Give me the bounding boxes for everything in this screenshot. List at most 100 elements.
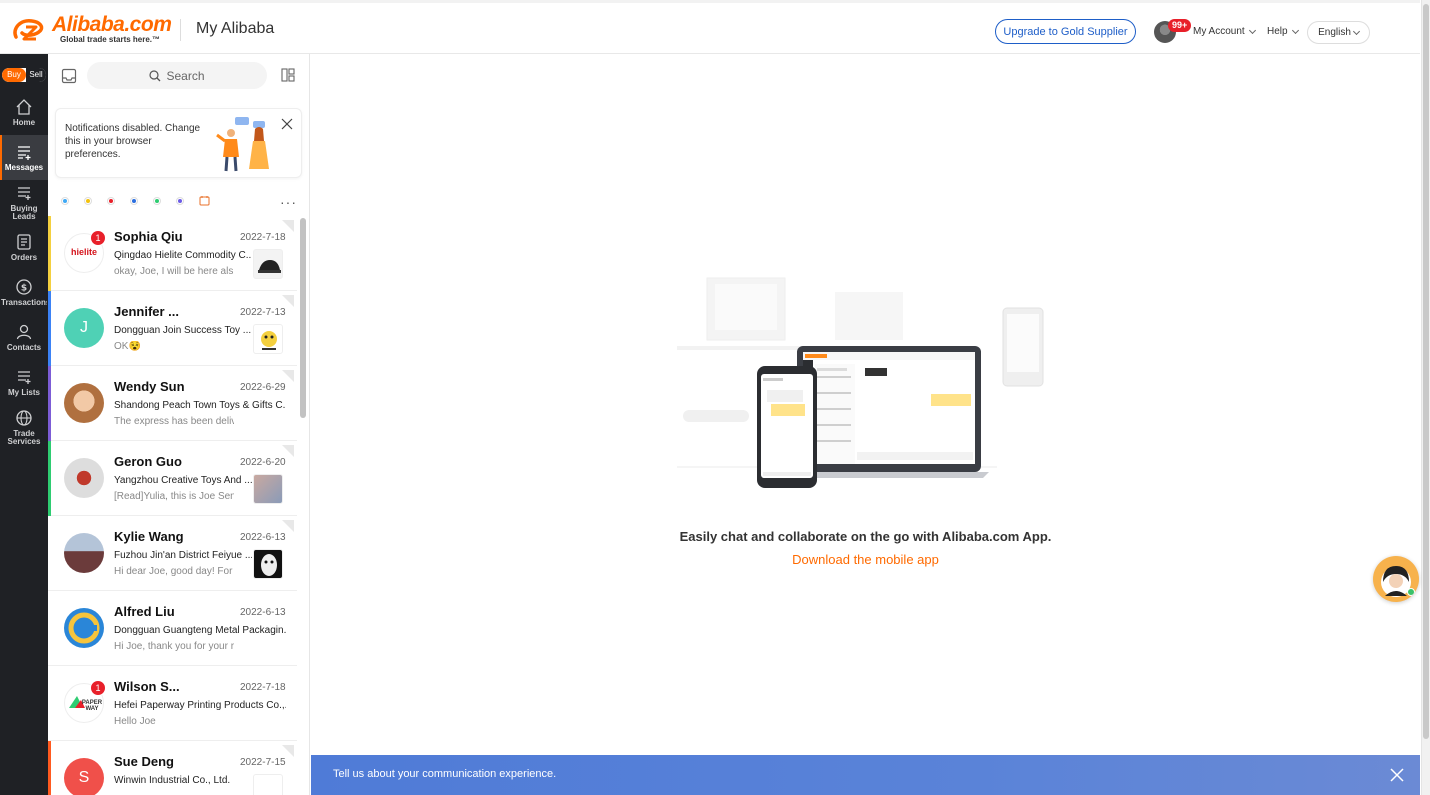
avatar-initial: S xyxy=(78,769,90,786)
help-menu[interactable]: Help xyxy=(1267,26,1299,37)
conversation-item[interactable]: J Jennifer ... 2022-7-13 Dongguan Join S… xyxy=(48,291,297,366)
chevron-down-icon xyxy=(1352,27,1360,35)
panel-toolbar: Search xyxy=(48,54,310,99)
rail-item-orders[interactable]: Orders xyxy=(0,225,48,270)
rail-item-buying-leads[interactable]: Buying Leads xyxy=(0,180,48,225)
inbox-icon[interactable] xyxy=(61,68,77,84)
tag-settings-icon[interactable] xyxy=(199,195,210,206)
upgrade-gold-supplier-button[interactable]: Upgrade to Gold Supplier xyxy=(995,19,1136,44)
language-selector[interactable]: English xyxy=(1307,21,1370,44)
rail-item-my-lists[interactable]: My Lists xyxy=(0,360,48,405)
rail-label: Orders xyxy=(10,253,38,262)
left-nav-rail: Buy Sell Home Messages Buying Leads Orde… xyxy=(0,54,48,795)
buying-leads-icon xyxy=(18,187,31,200)
conversation-item[interactable]: Wendy Sun 2022-6-29 Shandong Peach Town … xyxy=(48,366,297,441)
contact-name: Wendy Sun xyxy=(114,379,185,394)
header-divider xyxy=(180,19,181,41)
message-preview: OK😵 xyxy=(114,341,141,352)
tag-stripe xyxy=(48,216,51,291)
unread-corner-marker xyxy=(282,520,294,532)
rail-item-trade-services[interactable]: Trade Services xyxy=(0,405,48,450)
language-label: English xyxy=(1318,27,1351,38)
message-date: 2022-6-20 xyxy=(240,457,286,468)
conversation-item[interactable]: Kylie Wang 2022-6-13 Fuzhou Jin'an Distr… xyxy=(48,516,297,591)
unread-corner-marker xyxy=(282,370,294,382)
company-name: Qingdao Hielite Commodity C... xyxy=(114,250,252,261)
close-icon[interactable] xyxy=(1390,768,1404,782)
avatar xyxy=(64,533,104,573)
conversation-panel: Search Notifications disabled. Change th… xyxy=(48,54,310,795)
message-date: 2022-7-18 xyxy=(240,232,286,243)
message-preview: Hello Joe xyxy=(114,716,156,727)
avatar: J xyxy=(64,308,104,348)
my-account-label: My Account xyxy=(1193,26,1245,37)
sell-toggle[interactable]: Sell xyxy=(26,68,46,82)
tag-stripe xyxy=(48,366,51,441)
avatar xyxy=(64,608,104,648)
message-date: 2022-7-13 xyxy=(240,307,286,318)
home-icon xyxy=(16,99,32,115)
filter-tag-yellow[interactable] xyxy=(84,197,92,205)
message-preview: Hi dear Joe, good day! For xyxy=(114,566,233,577)
message-preview: [Read]Yulia, this is Joe Sena... xyxy=(114,491,234,502)
conversation-item[interactable]: hielite 1 Sophia Qiu 2022-7-18 Qingdao H… xyxy=(48,216,297,291)
color-tag-filter: ··· xyxy=(48,190,310,214)
tag-stripe xyxy=(48,291,51,366)
page-scrollbar-thumb[interactable] xyxy=(1423,4,1429,739)
page-scrollbar[interactable] xyxy=(1421,0,1430,795)
message-date: 2022-6-13 xyxy=(240,532,286,543)
company-name: Yangzhou Creative Toys And ... xyxy=(114,475,252,486)
company-name: Dongguan Guangteng Metal Packagin... xyxy=(114,625,286,636)
messages-icon xyxy=(18,146,31,160)
conversation-item[interactable]: PAPER WAY 1 Wilson S... 2022-7-18 Hefei P… xyxy=(48,666,297,741)
rail-item-transactions[interactable]: $ Transactions xyxy=(0,270,48,315)
conversation-list: hielite 1 Sophia Qiu 2022-7-18 Qingdao H… xyxy=(48,216,297,795)
conversation-item[interactable]: Alfred Liu 2022-6-13 Dongguan Guangteng … xyxy=(48,591,297,666)
unread-count-badge: 1 xyxy=(90,230,106,246)
buy-sell-toggle[interactable]: Buy Sell xyxy=(2,68,46,82)
rail-item-home[interactable]: Home xyxy=(0,90,48,135)
download-mobile-app-link[interactable]: Download the mobile app xyxy=(311,552,1420,567)
rail-item-messages[interactable]: Messages xyxy=(0,135,48,180)
filter-tag-purple[interactable] xyxy=(176,197,184,205)
conversation-list-scrollbar[interactable] xyxy=(300,216,307,795)
product-thumbnail xyxy=(253,549,283,579)
layout-toggle-icon[interactable] xyxy=(281,68,295,82)
my-account-menu[interactable]: My Account xyxy=(1193,26,1256,37)
filter-tag-green[interactable] xyxy=(153,197,161,205)
close-icon[interactable] xyxy=(281,118,293,130)
alibaba-logo[interactable]: Alibaba.com Global trade starts here.™ xyxy=(10,13,172,47)
search-placeholder: Search xyxy=(166,68,205,83)
assistant-avatar-button[interactable] xyxy=(1373,556,1419,602)
feedback-text: Tell us about your communication experie… xyxy=(333,768,557,780)
filter-tag-blue[interactable] xyxy=(130,197,138,205)
rail-label: Trade Services xyxy=(7,429,41,446)
message-preview: The express has been deliv... xyxy=(114,416,234,427)
orders-icon xyxy=(17,234,31,250)
help-label: Help xyxy=(1267,26,1288,37)
search-input[interactable]: Search xyxy=(87,62,267,89)
conversation-list-scrollbar-thumb[interactable] xyxy=(300,218,306,418)
search-icon xyxy=(149,69,161,81)
rail-item-contacts[interactable]: Contacts xyxy=(0,315,48,360)
notice-text: Notifications disabled. Change this in y… xyxy=(65,123,201,160)
conversation-item[interactable]: S Sue Deng 2022-7-15 Winwin Industrial C… xyxy=(48,741,297,795)
contact-name: Jennifer ... xyxy=(114,304,180,319)
more-options-button[interactable]: ··· xyxy=(280,194,297,210)
product-thumbnail xyxy=(253,249,283,279)
svg-text:WAY: WAY xyxy=(85,706,98,712)
page-title[interactable]: My Alibaba xyxy=(196,20,274,38)
product-thumbnail xyxy=(253,474,283,504)
rail-label: Contacts xyxy=(6,343,42,352)
conversation-item[interactable]: Geron Guo 2022-6-20 Yangzhou Creative To… xyxy=(48,441,297,516)
message-date: 2022-6-13 xyxy=(240,607,286,618)
buy-toggle[interactable]: Buy xyxy=(2,68,26,82)
mobile-app-illustration xyxy=(677,277,1044,488)
filter-tag-red[interactable] xyxy=(107,197,115,205)
feedback-banner[interactable]: Tell us about your communication experie… xyxy=(311,755,1420,795)
contact-name: Kylie Wang xyxy=(114,529,184,544)
message-date: 2022-7-15 xyxy=(240,757,286,768)
filter-tag-lightblue[interactable] xyxy=(61,197,69,205)
company-name: Fuzhou Jin'an District Feiyue ... xyxy=(114,550,252,561)
app-promo-headline: Easily chat and collaborate on the go wi… xyxy=(679,529,1052,544)
